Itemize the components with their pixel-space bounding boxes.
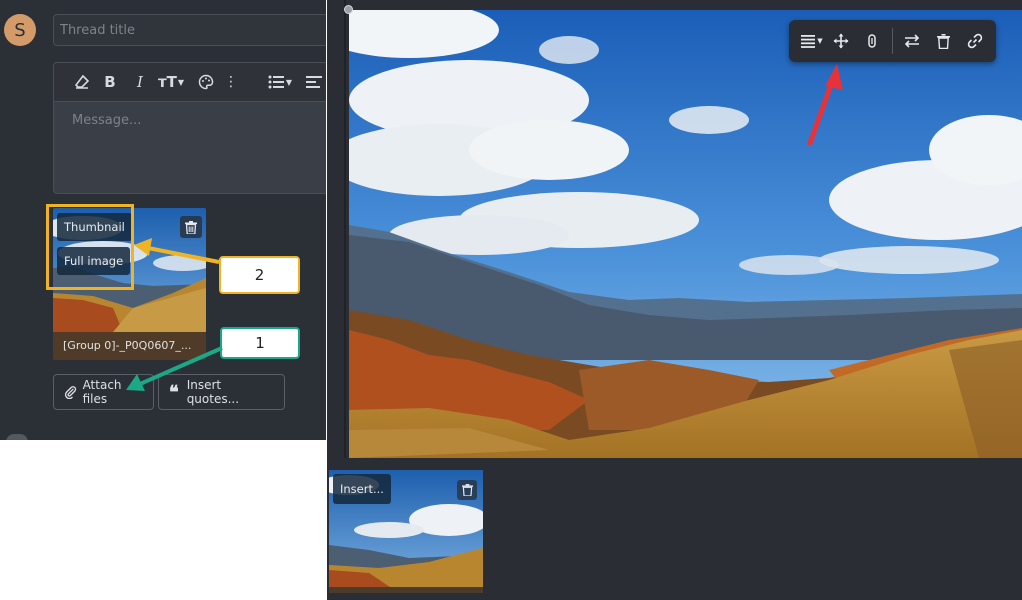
green-arrow (126, 346, 223, 391)
orange-arrow (134, 238, 220, 264)
annotation-arrows (126, 64, 843, 391)
red-arrow (807, 64, 843, 146)
